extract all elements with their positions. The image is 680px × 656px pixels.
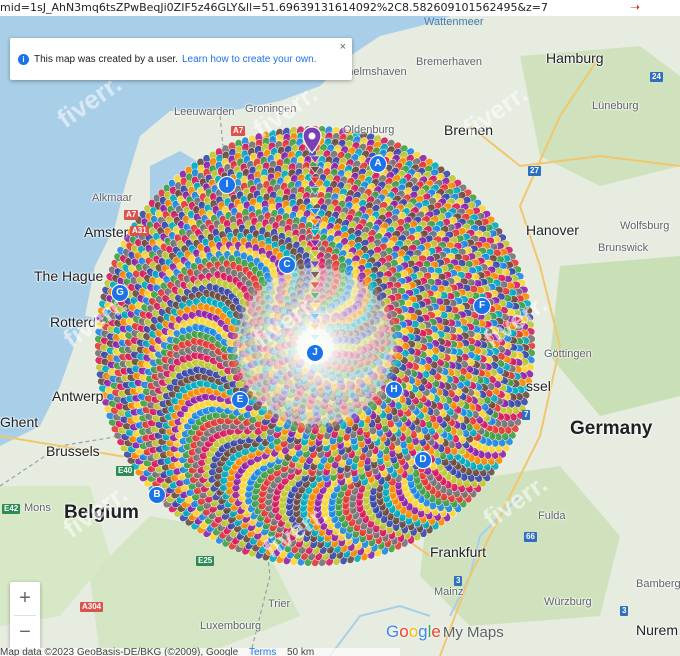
place-ghent: Ghent <box>0 414 39 430</box>
map-attribution: Map data ©2023 GeoBasis-DE/BKG (©2009), … <box>0 647 239 656</box>
map-marker-c[interactable]: C <box>278 256 296 274</box>
road-shield: 3 <box>620 606 629 616</box>
road-shield: 3 <box>454 576 463 586</box>
map-marker-f[interactable]: F <box>473 297 491 315</box>
url-bar[interactable]: mid=1sJ_AhN3mq6tsZPwBeqJi0ZIF5z46GLY&ll=… <box>0 0 680 16</box>
map-marker-g[interactable]: G <box>111 284 129 302</box>
road-shield: A7 <box>124 210 139 220</box>
scale-label: 50 km <box>287 647 315 656</box>
place-bamberg: Bamberg <box>636 578 680 590</box>
place-groningen: Groningen <box>245 103 297 115</box>
road-shield: A304 <box>80 602 104 612</box>
place-rotterdam: Rotterd <box>50 314 96 330</box>
map-marker-a[interactable]: A <box>369 155 387 173</box>
zoom-out-button[interactable]: − <box>10 616 40 649</box>
map-pin-icon[interactable] <box>302 126 322 154</box>
place-wurzburg: Würzburg <box>544 596 592 608</box>
place-nuremberg: Nurem <box>636 622 679 638</box>
zoom-control: + − <box>10 582 40 650</box>
place-frankfurt: Frankfurt <box>430 544 487 560</box>
map-background <box>0 16 680 656</box>
place-amsterdam: Amster <box>84 224 129 240</box>
place-belgium: Belgium <box>64 502 139 523</box>
place-fulda: Fulda <box>538 510 566 522</box>
place-wattenmeer: Wattenmeer <box>424 16 484 28</box>
map-marker-b[interactable]: B <box>148 486 166 504</box>
place-alkmaar: Alkmaar <box>92 192 133 204</box>
place-bremerhaven: Bremerhaven <box>416 56 483 68</box>
place-wolfsburg: Wolfsburg <box>620 220 670 232</box>
place-kassel: ssel <box>526 378 551 394</box>
road-shield: 7 <box>522 410 531 420</box>
place-antwerp: Antwerp <box>52 388 104 404</box>
notice-text: This map was created by a user. <box>34 53 178 65</box>
road-shield: 27 <box>528 166 541 176</box>
road-shield: E25 <box>196 556 215 566</box>
road-shield: 24 <box>650 72 663 82</box>
place-the-hague: The Hague <box>34 268 104 284</box>
place-germany: Germany <box>570 418 653 439</box>
place-luxembourg: Luxembourg <box>200 620 262 632</box>
info-icon: i <box>18 53 29 65</box>
road-shield: A31 <box>130 226 149 236</box>
place-mons: Mons <box>24 502 51 514</box>
road-shield: 66 <box>524 532 537 542</box>
map-marker-h[interactable]: H <box>385 381 403 399</box>
scroll-arrow-icon: ➝ <box>629 0 640 14</box>
place-oldenburg: Oldenburg <box>343 124 395 136</box>
place-hanover: Hanover <box>526 222 579 238</box>
close-icon[interactable]: × <box>340 41 346 53</box>
place-mainz: Mainz <box>434 586 464 598</box>
url-text: mid=1sJ_AhN3mq6tsZPwBeqJi0ZIF5z46GLY&ll=… <box>0 1 549 14</box>
place-hamburg: Hamburg <box>546 50 604 66</box>
terms-link[interactable]: Terms <box>249 647 276 656</box>
map-canvas[interactable]: Wattenmeer Hamburg Bremerhaven Wilhelmsh… <box>0 16 680 656</box>
map-marker-j[interactable]: J <box>306 344 324 362</box>
place-leeuwarden: Leeuwarden <box>174 106 235 118</box>
place-bremen: Bremen <box>444 122 494 138</box>
map-marker-e[interactable]: E <box>231 391 249 409</box>
user-map-notice: i This map was created by a user. Learn … <box>10 38 352 80</box>
place-brussels: Brussels <box>46 443 100 459</box>
map-footer: Map data ©2023 GeoBasis-DE/BKG (©2009), … <box>0 648 400 656</box>
map-marker-d[interactable]: D <box>414 451 432 469</box>
place-luneburg: Lüneburg <box>592 100 639 112</box>
road-shield: E42 <box>2 504 21 514</box>
road-shield: E40 <box>116 466 135 476</box>
google-my-maps-logo: Google My Maps <box>386 622 504 641</box>
map-marker-i[interactable]: I <box>218 176 236 194</box>
place-gottingen: Göttingen <box>544 348 592 360</box>
place-trier: Trier <box>268 598 291 610</box>
road-shield: A7 <box>231 126 246 136</box>
zoom-in-button[interactable]: + <box>10 582 40 615</box>
place-brunswick: Brunswick <box>598 242 649 254</box>
my-maps-label: My Maps <box>442 624 504 641</box>
learn-more-link[interactable]: Learn how to create your own. <box>182 54 317 65</box>
